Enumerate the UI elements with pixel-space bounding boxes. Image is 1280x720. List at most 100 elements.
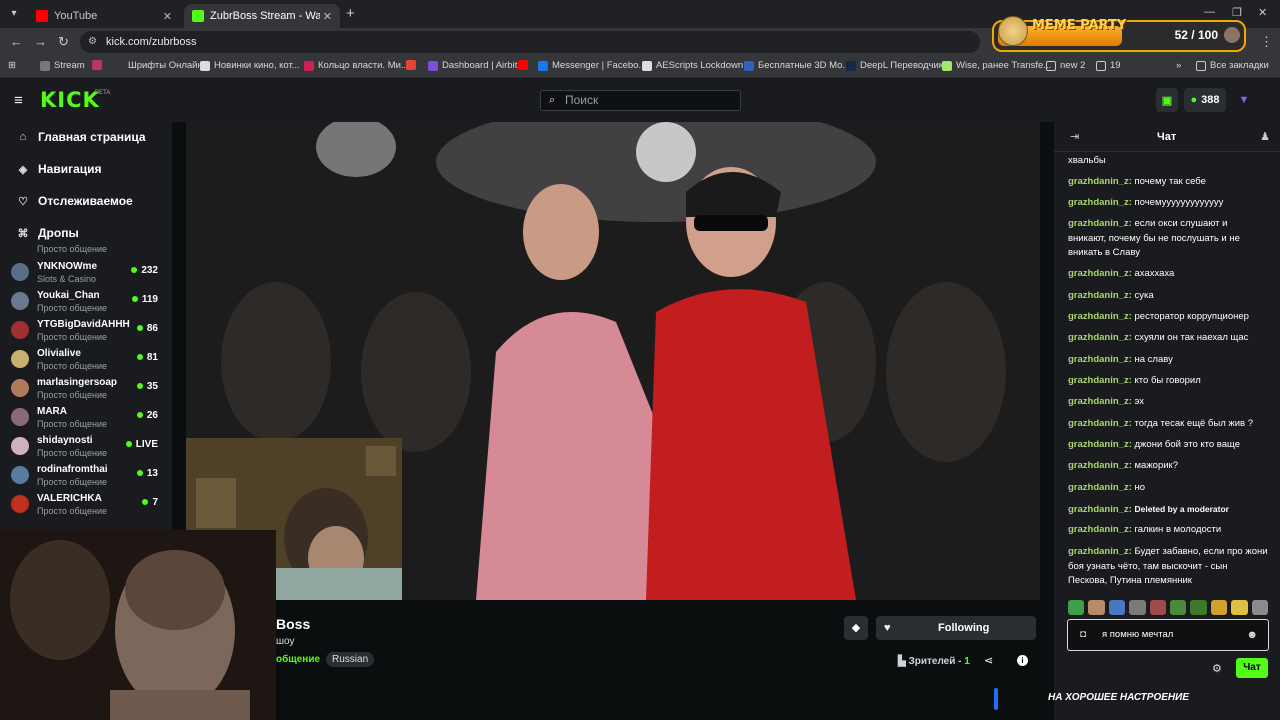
emote-icon[interactable]: [1108, 600, 1126, 615]
avatar: [11, 292, 29, 310]
stream-category[interactable]: общение: [276, 654, 320, 665]
chat-message: grazhdanin_z: эх: [1068, 396, 1145, 407]
viewers-icon: ▙: [898, 656, 909, 667]
notification-bell-icon[interactable]: ◆: [844, 616, 868, 640]
emote-icon[interactable]: [1190, 600, 1207, 615]
site-info-icon[interactable]: ⚙: [88, 31, 97, 53]
share-icon[interactable]: ⋖: [984, 654, 993, 667]
language-tag[interactable]: Russian: [326, 652, 375, 667]
bookmarks-overflow-icon[interactable]: »: [1176, 60, 1181, 71]
channel-item[interactable]: Youkai_Chan Просто общение 119: [0, 287, 172, 316]
reload-icon[interactable]: ↻: [58, 34, 69, 50]
bookmark-item[interactable]: [518, 60, 532, 70]
channel-category: Просто общение: [37, 244, 107, 254]
stream-banner-text: НА ХОРОШЕЕ НАСТРОЕНИЕ: [1048, 692, 1189, 703]
chat-message: grazhdanin_z: почему так себе: [1068, 176, 1206, 187]
close-icon[interactable]: ✕: [323, 10, 332, 23]
chat-message: grazhdanin_z: кто бы говорил: [1068, 375, 1201, 386]
channel-item[interactable]: shidaynosti Просто общение LIVE: [0, 432, 172, 461]
bookmark-item[interactable]: Dashboard | Airbit: [428, 60, 517, 71]
bookmark-item[interactable]: [406, 60, 420, 70]
channel-item[interactable]: YTGBigDavidAHHH Просто общение 86: [0, 316, 172, 345]
emote-icon[interactable]: [1251, 600, 1269, 615]
youtube-icon: [36, 10, 48, 22]
emote-icon[interactable]: [1210, 600, 1228, 615]
channel-item[interactable]: MARA Просто общение 26: [0, 403, 172, 432]
chat-message: grazhdanin_z: если окси слушают и вникаю…: [1068, 218, 1240, 258]
sidebar-item-home[interactable]: ⌂ Главная страница: [0, 122, 172, 152]
bookmark-item[interactable]: Кольцо власти. Ми...: [304, 60, 409, 71]
follow-button[interactable]: ♥ Following: [876, 616, 1036, 640]
channel-item[interactable]: marlasingersoap Просто общение 35: [0, 374, 172, 403]
tab-youtube[interactable]: YouTube ✕: [28, 4, 180, 28]
emote-icon[interactable]: [1068, 600, 1085, 615]
meme-party-count: 52 / 100: [1174, 28, 1218, 42]
bookmark-item[interactable]: Бесплатные 3D Мо...: [744, 60, 850, 71]
send-chat-button[interactable]: Чат: [1236, 658, 1268, 678]
emoji-icon[interactable]: ☻: [1246, 629, 1258, 641]
forward-icon[interactable]: →: [34, 34, 47, 49]
bookmark-item[interactable]: Шрифты Онлайн: [128, 60, 203, 71]
menu-icon[interactable]: ⋮: [1260, 34, 1273, 50]
avatar: [11, 495, 29, 513]
bookmarks-bar: ⊞ Stream Шрифты Онлайн Новинки кино, кот…: [0, 56, 1280, 78]
tab-kick-active[interactable]: ZubrBoss Stream - Watch L ✕: [184, 4, 340, 28]
chat-message: grazhdanin_z: ахаххаха: [1068, 268, 1175, 279]
bookmark-item[interactable]: AEScripts Lockdown...: [642, 60, 751, 71]
bookmark-item[interactable]: Stream: [40, 60, 85, 71]
stream-info: Boss шоу общение Russian ◆ ♥ Following ▙…: [172, 600, 1054, 690]
emote-icon[interactable]: [1149, 600, 1167, 615]
emote-icon[interactable]: [1088, 600, 1105, 615]
bookmark-item[interactable]: DeepL Переводчик: [846, 60, 943, 71]
chat-users-icon[interactable]: ♟: [1260, 130, 1270, 143]
info-icon[interactable]: i: [1017, 655, 1028, 666]
apps-icon[interactable]: ⊞: [8, 60, 16, 71]
chat-message: grazhdanin_z: сука: [1068, 290, 1154, 301]
search-input[interactable]: ⌕ Поиск: [540, 90, 741, 111]
bookmark-item[interactable]: Wise, ранее Transfe...: [942, 60, 1051, 71]
stream-subtitle: шоу: [276, 636, 295, 647]
sidebar-item-following[interactable]: ♡ Отслеживаемое: [0, 186, 172, 216]
channel-item[interactable]: VALERICHKA Просто общение 7: [0, 490, 172, 519]
channel-item[interactable]: YNKNOWme Slots & Casino 232: [0, 258, 172, 287]
profile-avatar[interactable]: ▼: [1232, 88, 1256, 112]
gear-icon[interactable]: ⚙: [1212, 662, 1222, 675]
bookmark-folder[interactable]: 19: [1096, 60, 1121, 71]
chat-message-input[interactable]: ◘ я помню мечтал ☻: [1067, 619, 1269, 651]
back-icon[interactable]: ←: [10, 34, 23, 49]
restore-icon[interactable]: ❐: [1232, 6, 1242, 19]
avatar: [11, 466, 29, 484]
chat-message: grazhdanin_z: ресторатор коррупционер: [1068, 311, 1249, 322]
bookmark-item[interactable]: [92, 60, 106, 70]
channel-item[interactable]: rodinafromthai Просто общение 13: [0, 461, 172, 490]
chat-message: grazhdanin_z: почемууууууууууууу: [1068, 197, 1224, 208]
sidebar-item-browse[interactable]: ◈ Навигация: [0, 154, 172, 184]
live-dot-icon: [136, 383, 143, 389]
hamburger-icon[interactable]: ≡: [14, 92, 23, 109]
emote-icon[interactable]: [1231, 600, 1248, 615]
close-window-icon[interactable]: ✕: [1258, 6, 1267, 19]
emote-icon[interactable]: [1170, 600, 1187, 615]
gift-sub-icon[interactable]: ▣: [1156, 88, 1178, 112]
emote-icon[interactable]: [1129, 600, 1146, 615]
channel-item[interactable]: Olivialive Просто общение 81: [0, 345, 172, 374]
bookmark-item[interactable]: Новинки кино, кот...: [200, 60, 300, 71]
emote-bar: [1068, 600, 1269, 618]
avatar: [11, 408, 29, 426]
bookmark-folder[interactable]: new 2: [1046, 60, 1085, 71]
close-icon[interactable]: ✕: [163, 10, 172, 23]
url-field[interactable]: ⚙ kick.com/zubrboss: [80, 31, 980, 53]
live-dot-icon: [125, 441, 132, 447]
live-dot-icon: [136, 354, 143, 360]
collapse-chat-icon[interactable]: ⇥: [1070, 130, 1079, 143]
overlay-accent-bar: [994, 688, 998, 710]
new-tab-button[interactable]: +: [346, 5, 355, 22]
doge-icon: [998, 16, 1028, 46]
tab-search-icon[interactable]: ▾: [6, 6, 22, 22]
kick-logo[interactable]: KICK: [40, 88, 100, 112]
points-button[interactable]: ● 388: [1184, 88, 1226, 112]
bookmark-item[interactable]: Messenger | Facebo...: [538, 60, 646, 71]
minimize-icon[interactable]: —: [1204, 6, 1215, 18]
all-bookmarks[interactable]: Все закладки: [1196, 60, 1269, 71]
gift-icon: ⌘: [17, 227, 29, 240]
